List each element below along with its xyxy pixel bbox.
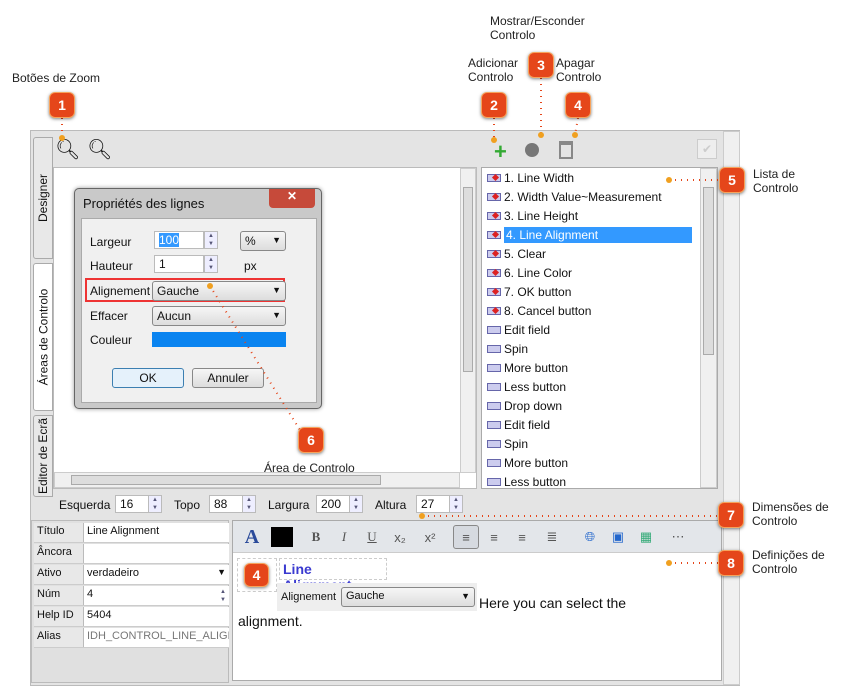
annotation-show-hide: Mostrar/Esconder Controlo [490, 14, 585, 42]
annotation-delete-control: Apagar Controlo [556, 56, 602, 84]
callout-2: 2 [481, 92, 507, 118]
annotation-control-area: Área de Controlo [264, 461, 355, 475]
leader-lines [59, 78, 719, 566]
annotation-control-list: Lista de Controlo [753, 167, 799, 195]
callout-6: 6 [298, 427, 324, 453]
annotation-add-control: Adicionar Controlo [468, 56, 519, 84]
callout-7: 7 [718, 502, 744, 528]
annotation-control-dimensions: Dimensões de Controlo [752, 500, 829, 528]
callout-1: 1 [49, 92, 75, 118]
callout-8: 8 [718, 550, 744, 576]
callout-5: 5 [719, 167, 745, 193]
annotation-zoom-buttons: Botões de Zoom [12, 71, 101, 85]
callout-4: 4 [565, 92, 591, 118]
annotation-control-settings: Definições de Controlo [752, 548, 825, 576]
callout-3: 3 [528, 52, 554, 78]
